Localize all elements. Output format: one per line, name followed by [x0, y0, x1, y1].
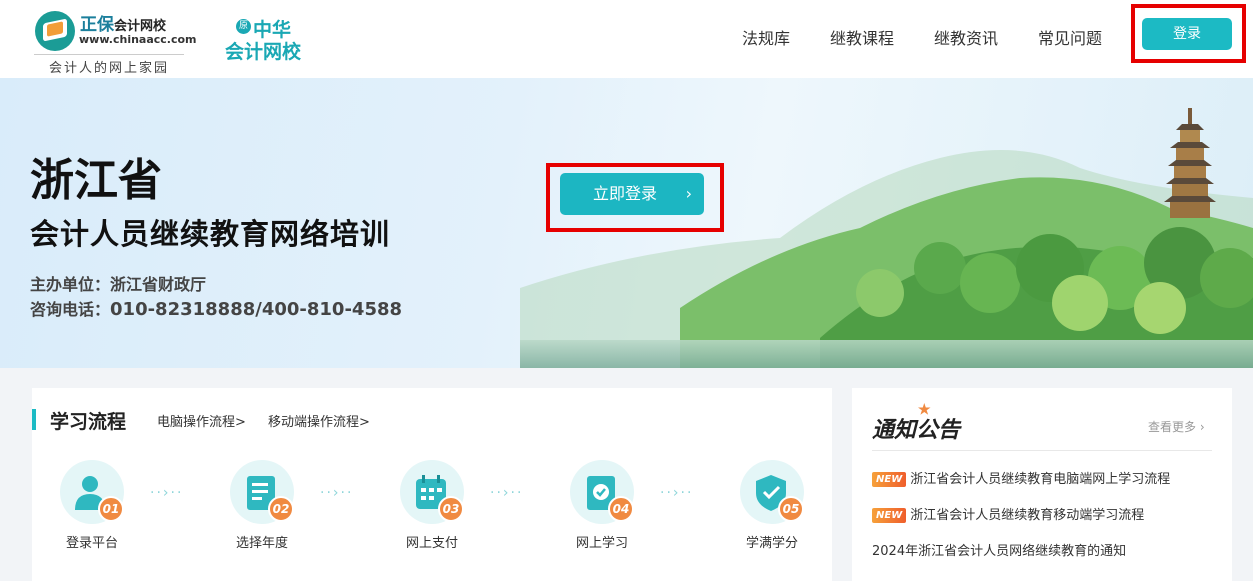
hero-banner: 浙江省 会计人员继续教育网络培训 主办单位：浙江省财政厅 咨询电话：010-82… — [0, 78, 1253, 368]
view-more-label: 查看更多 — [1148, 420, 1197, 434]
banner-subtitle: 会计人员继续教育网络培训 — [30, 217, 391, 251]
step-number: 05 — [778, 496, 804, 522]
process-title: 学习流程 — [50, 411, 127, 433]
login-button[interactable]: 登录 — [1142, 18, 1232, 50]
nav-news[interactable]: 继教资讯 — [934, 25, 998, 49]
process-step-study[interactable]: 04 网上学习 — [562, 460, 642, 570]
notice-item-text: 2024年浙江省会计人员网络继续教育的通知 — [872, 544, 1127, 559]
step-label: 学满学分 — [745, 536, 798, 551]
phone-label: 咨询电话： — [30, 300, 111, 319]
divider — [872, 450, 1212, 451]
step-number: 03 — [438, 496, 464, 522]
banner-host: 主办单位：浙江省财政厅 — [30, 271, 206, 295]
step-label: 选择年度 — [235, 536, 288, 551]
chevron-right-icon: › — [685, 184, 692, 203]
process-step-login[interactable]: 01 登录平台 — [52, 460, 132, 570]
step-connector: ··›·· — [320, 485, 354, 501]
step-number: 01 — [98, 496, 124, 522]
step-number: 04 — [608, 496, 634, 522]
step-label: 网上支付 — [405, 536, 458, 551]
step-number: 02 — [268, 496, 294, 522]
star-icon: ★ — [918, 402, 931, 418]
logo-emblem-icon — [35, 11, 75, 51]
learning-process-card: 学习流程 电脑操作流程> 移动端操作流程> 01 登录平台 ··›·· 02 选… — [32, 388, 832, 581]
mobile-guide-link[interactable]: 移动端操作流程> — [268, 411, 370, 430]
phone-value: 010-82318888/400-810-4588 — [110, 299, 403, 320]
pc-guide-link[interactable]: 电脑操作流程> — [157, 411, 246, 430]
step-label: 登录平台 — [65, 536, 118, 551]
login-now-button[interactable]: 立即登录 › — [560, 173, 704, 215]
new-badge: NEW — [872, 508, 907, 523]
nav-regulations[interactable]: 法规库 — [742, 25, 790, 49]
banner-phone: 咨询电话：010-82318888/400-810-4588 — [30, 296, 402, 320]
nav-courses[interactable]: 继教课程 — [830, 25, 894, 49]
step-connector: ··›·· — [490, 485, 524, 501]
step-label: 网上学习 — [575, 536, 628, 551]
logo-brand-name: 正保 — [80, 15, 114, 35]
step-connector: ··›·· — [150, 485, 184, 501]
step-connector: ··›·· — [660, 485, 694, 501]
process-step-year[interactable]: 02 选择年度 — [222, 460, 302, 570]
logo-slogan: 会计人的网上家园 — [34, 54, 184, 76]
banner-title: 浙江省 — [30, 155, 162, 206]
login-now-label: 立即登录 — [593, 184, 658, 203]
zhonghua-logo[interactable]: 原 中华 会计网校 — [225, 15, 315, 63]
host-value: 浙江省财政厅 — [110, 275, 207, 294]
logo-brand-tail: 会计网校 — [114, 19, 167, 34]
chevron-right-circle-icon: › — [1199, 420, 1205, 434]
notice-title: 通知公告 ★ — [872, 402, 961, 444]
nav-faq[interactable]: 常见问题 — [1038, 25, 1102, 49]
logo2-line2: 会计网校 — [225, 41, 302, 63]
new-badge: NEW — [872, 472, 907, 487]
view-more-link[interactable]: 查看更多 › — [1148, 418, 1205, 435]
logo-url: www.chinaacc.com — [79, 33, 197, 46]
host-label: 主办单位： — [30, 275, 111, 294]
notice-item-text: 浙江省会计人员继续教育电脑端网上学习流程 — [910, 472, 1171, 487]
notice-item[interactable]: 2024年浙江省会计人员网络继续教育的通知 — [872, 540, 1126, 559]
notice-item-text: 浙江省会计人员继续教育移动端学习流程 — [910, 508, 1145, 523]
notice-item[interactable]: NEW 浙江省会计人员继续教育电脑端网上学习流程 — [872, 468, 1170, 487]
notice-title-text: 通知公告 — [872, 417, 961, 443]
notice-item[interactable]: NEW 浙江省会计人员继续教育移动端学习流程 — [872, 504, 1144, 523]
process-step-credits[interactable]: 05 学满学分 — [732, 460, 812, 570]
notice-card: 通知公告 ★ 查看更多 › NEW 浙江省会计人员继续教育电脑端网上学习流程 NE… — [852, 388, 1232, 581]
section-accent-bar — [32, 409, 36, 430]
logo-original-badge: 原 — [236, 19, 251, 34]
chinaacc-logo[interactable]: 正保会计网校 www.chinaacc.com 会计人的网上家园 — [32, 8, 197, 76]
process-step-payment[interactable]: 03 网上支付 — [392, 460, 472, 570]
top-header: 正保会计网校 www.chinaacc.com 会计人的网上家园 原 中华 会计… — [0, 0, 1253, 78]
